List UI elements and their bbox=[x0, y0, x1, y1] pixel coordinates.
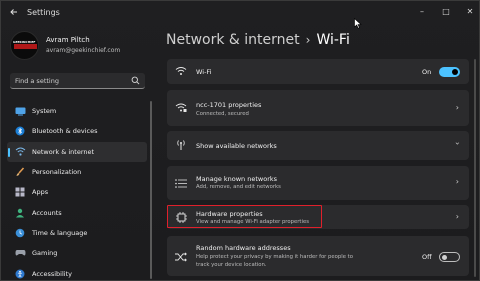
sidebar-item-network[interactable]: Network & internet bbox=[7, 141, 147, 162]
chevron-down-icon: › bbox=[452, 141, 462, 146]
wifi-toggle-state: On bbox=[422, 68, 432, 76]
wifi-icon bbox=[175, 65, 187, 77]
maximize-button[interactable]: □ bbox=[436, 5, 456, 19]
sidebar-item-label: Bluetooth & devices bbox=[32, 127, 98, 136]
sidebar-item-label: Time & language bbox=[32, 228, 88, 237]
shuffle-icon bbox=[175, 251, 187, 263]
search-input[interactable] bbox=[15, 75, 123, 87]
window-title: Settings bbox=[27, 8, 60, 17]
sidebar-item-label: Personalization bbox=[32, 168, 82, 177]
main-scrollbar[interactable] bbox=[474, 59, 476, 277]
breadcrumb: Network & internet › Wi-Fi bbox=[166, 30, 350, 50]
brush-icon bbox=[13, 165, 27, 179]
random-addresses-description-line1: Help protect your privacy by making it h… bbox=[196, 254, 354, 260]
settings-window: Settings – □ ✕ GEEKINCHIEF Avram Piltch … bbox=[0, 0, 480, 281]
network-icon bbox=[13, 145, 27, 159]
network-properties-card[interactable]: ncc-1701 properties Connected, secured › bbox=[167, 90, 469, 126]
minimize-button[interactable]: – bbox=[412, 5, 432, 19]
system-icon bbox=[13, 104, 27, 118]
person-icon bbox=[13, 206, 27, 220]
sidebar-item-personalization[interactable]: Personalization bbox=[7, 162, 147, 182]
sidebar-item-accounts[interactable]: Accounts bbox=[7, 202, 147, 222]
page-title: Wi-Fi bbox=[316, 32, 350, 48]
wifi-label: Wi-Fi bbox=[196, 68, 212, 76]
close-button[interactable]: ✕ bbox=[460, 5, 479, 19]
wifi-card[interactable]: Wi-Fi On bbox=[167, 59, 469, 84]
known-networks-description: Add, remove, and edit networks bbox=[196, 184, 281, 190]
sidebar-item-label: Accessibility bbox=[32, 269, 72, 278]
highlight-annotation-box bbox=[167, 205, 322, 228]
sidebar-scrollbar[interactable] bbox=[150, 101, 152, 279]
sidebar-item-label: Gaming bbox=[32, 249, 58, 258]
accessibility-icon bbox=[13, 267, 27, 280]
antenna-icon bbox=[175, 139, 187, 151]
avatar-logo-bar bbox=[14, 44, 37, 49]
sidebar-nav: System Bluetooth & devices Network & int… bbox=[7, 101, 147, 280]
random-hardware-addresses-card[interactable]: Random hardware addresses Help protect y… bbox=[167, 236, 469, 276]
apps-icon bbox=[13, 185, 27, 199]
search-icon[interactable] bbox=[131, 76, 140, 85]
sidebar-item-accessibility[interactable]: Accessibility bbox=[7, 263, 147, 280]
breadcrumb-parent[interactable]: Network & internet bbox=[166, 32, 300, 48]
back-arrow-icon[interactable] bbox=[7, 7, 21, 21]
sidebar-item-label: Network & internet bbox=[32, 147, 95, 156]
available-networks-label: Show available networks bbox=[196, 142, 277, 150]
avatar: GEEKINCHIEF bbox=[10, 31, 39, 60]
sidebar-item-label: Accounts bbox=[32, 208, 62, 217]
random-addresses-toggle[interactable] bbox=[439, 252, 460, 262]
random-addresses-toggle-state: Off bbox=[422, 253, 432, 261]
wifi-toggle[interactable] bbox=[439, 67, 460, 77]
chevron-right-icon: › bbox=[455, 103, 459, 112]
chevron-right-icon: › bbox=[455, 212, 459, 221]
title-bar: Settings – □ ✕ bbox=[1, 1, 479, 27]
sidebar-item-bluetooth[interactable]: Bluetooth & devices bbox=[7, 121, 147, 141]
sidebar-item-label: Apps bbox=[32, 188, 49, 197]
sidebar-item-time-language[interactable]: Time & language bbox=[7, 223, 147, 243]
known-networks-label: Manage known networks bbox=[196, 175, 278, 183]
random-addresses-label: Random hardware addresses bbox=[196, 244, 291, 252]
network-status: Connected, secured bbox=[196, 111, 249, 117]
profile-name: Avram Piltch bbox=[46, 36, 90, 44]
sidebar-item-apps[interactable]: Apps bbox=[7, 182, 147, 202]
wifi-secured-icon bbox=[175, 101, 187, 113]
random-addresses-description-line2: track your device location. bbox=[196, 262, 267, 268]
sidebar-item-system[interactable]: System bbox=[7, 101, 147, 121]
toggle-knob bbox=[452, 69, 458, 75]
bluetooth-icon bbox=[13, 124, 27, 138]
toggle-knob bbox=[442, 254, 447, 260]
globe-clock-icon bbox=[13, 226, 27, 240]
profile-email: avram@geekinchief.com bbox=[46, 47, 121, 54]
search-box[interactable] bbox=[10, 73, 145, 89]
gamepad-icon bbox=[13, 246, 27, 260]
mouse-cursor-icon bbox=[354, 18, 362, 29]
sidebar-item-label: System bbox=[32, 107, 57, 116]
chevron-right-icon: › bbox=[455, 177, 459, 186]
user-profile[interactable]: GEEKINCHIEF Avram Piltch avram@geekinchi… bbox=[10, 31, 150, 61]
network-properties-label: ncc-1701 properties bbox=[196, 101, 262, 109]
list-icon bbox=[175, 177, 187, 189]
known-networks-card[interactable]: Manage known networks Add, remove, and e… bbox=[167, 166, 469, 200]
breadcrumb-separator: › bbox=[305, 33, 311, 47]
available-networks-card[interactable]: Show available networks › bbox=[167, 131, 469, 160]
sidebar-item-gaming[interactable]: Gaming bbox=[7, 243, 147, 263]
